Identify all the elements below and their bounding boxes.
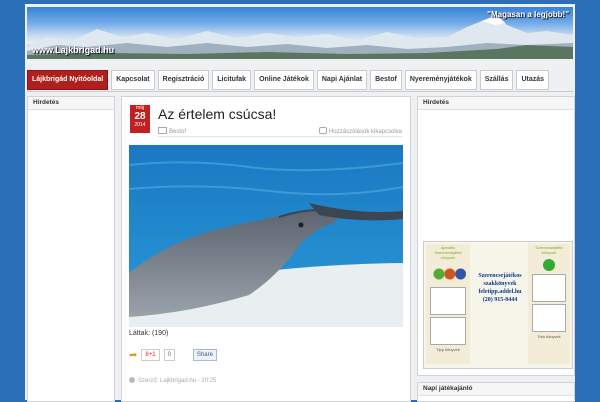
post-view-count: Láttak: (190) (129, 330, 169, 337)
ad-right-header: Szerencsejáték könyvek (535, 245, 563, 255)
right-sidebar-title: Hirdetés (418, 97, 574, 110)
ad-bottom-right-label: Totó könyvek (537, 334, 561, 339)
share-arrow-icon[interactable]: ➦ (129, 350, 137, 361)
nav-item-online-games[interactable]: Online Játékok (254, 70, 314, 90)
nav-item-prize-games[interactable]: Nyereményjátékok (404, 70, 477, 90)
ad-center-column: Szerencsejátékos szakkönyvek feletipp.ad… (474, 272, 526, 304)
advertisement-banner[interactable]: Ajándék Szerencsejáték könyvek Tipp köny… (423, 241, 573, 369)
right-sidebar: Hirdetés Ajándék Szerencsejáték könyvek … (417, 96, 575, 376)
header-banner[interactable]: "Magasan a legjobb!" www.Lajkbrigad.hu (27, 7, 573, 59)
ad-book-1 (430, 287, 466, 315)
nav-item-contact[interactable]: Kapcsolat (111, 70, 155, 90)
dolphin-photo[interactable] (129, 145, 403, 327)
folder-icon (158, 127, 167, 134)
site-url-text: www.Lajkbrigad.hu (32, 45, 115, 55)
daily-games-title: Napi játékajánló (418, 383, 574, 396)
nav-item-daily-offer[interactable]: Napi Ajánlat (316, 70, 368, 90)
ad-book-4 (532, 304, 566, 332)
post-date-badge: máj 28 2014 (130, 105, 150, 133)
post-footer-meta: Szerző: Lajkbrigad.hu - 20:25 (129, 377, 216, 384)
facebook-share-button[interactable]: Share (192, 349, 217, 361)
post-category[interactable]: Bestof (158, 127, 186, 135)
post-category-label: Bestof (169, 129, 187, 135)
post-date-day: 28 (134, 111, 146, 122)
dolphin-image (129, 145, 403, 327)
main-navigation: Lájkbrigád Nyitóoldal Kapcsolat Regisztr… (27, 70, 550, 90)
left-sidebar: Hirdetés (27, 96, 115, 402)
left-sidebar-title: Hirdetés (28, 97, 114, 110)
share-bar: ➦ 8+1 0 Share (129, 349, 217, 361)
ad-center-line4: (20) 915-8444 (482, 297, 518, 303)
nav-item-home[interactable]: Lájkbrigád Nyitóoldal (27, 70, 109, 90)
post-title[interactable]: Az értelem csúcsa! (158, 106, 276, 122)
page-wrapper: "Magasan a legjobb!" www.Lajkbrigad.hu L… (25, 4, 575, 402)
ad-center-line1: Szerencsejátékos (478, 273, 522, 279)
nav-item-bestof[interactable]: Bestof (370, 70, 402, 90)
ad-image-circles (430, 264, 466, 284)
ad-center-line2: szakkönyvek (483, 281, 517, 287)
ad-bottom-left-label: Tipp könyvek (436, 347, 460, 352)
comment-icon (318, 127, 327, 134)
nav-divider (27, 91, 573, 92)
post-date-year: 2014 (134, 122, 146, 128)
ad-book-2 (430, 317, 466, 345)
google-plus-button[interactable]: 8+1 (141, 349, 160, 361)
clover-icon (543, 259, 555, 271)
ad-center-line3: feletipp.addel.hu (478, 289, 522, 295)
slogan-text: "Magasan a legjobb!" (487, 10, 569, 19)
ad-left-column: Ajándék Szerencsejáték könyvek Tipp köny… (426, 244, 470, 364)
post-comments-label: Hozzászólások kikapcsolva (328, 129, 402, 135)
blog-post: máj 28 2014 Az értelem csúcsa! Bestof Ho… (121, 96, 411, 402)
google-plus-count: 0 (163, 349, 175, 361)
nav-item-travel[interactable]: Utazás (516, 70, 550, 90)
post-meta-divider (158, 136, 402, 137)
post-comments-link[interactable]: Hozzászólások kikapcsolva (318, 127, 402, 135)
nav-item-registration[interactable]: Regisztráció (157, 70, 210, 90)
nav-item-auctions[interactable]: Licitufak (212, 70, 252, 90)
nav-item-accommodation[interactable]: Szállás (479, 70, 514, 90)
post-footer-text: Szerző: Lajkbrigad.hu - 20:25 (138, 378, 217, 384)
ad-left-header: Ajándék Szerencsejáték könyvek (434, 245, 462, 260)
post-meta: Bestof Hozzászólások kikapcsolva (158, 126, 402, 136)
ad-book-3 (532, 274, 566, 302)
right-sidebar-games: Napi játékajánló (417, 382, 575, 402)
author-icon (129, 377, 135, 383)
ad-right-column: Szerencsejáték könyvek Totó könyvek (528, 244, 570, 364)
